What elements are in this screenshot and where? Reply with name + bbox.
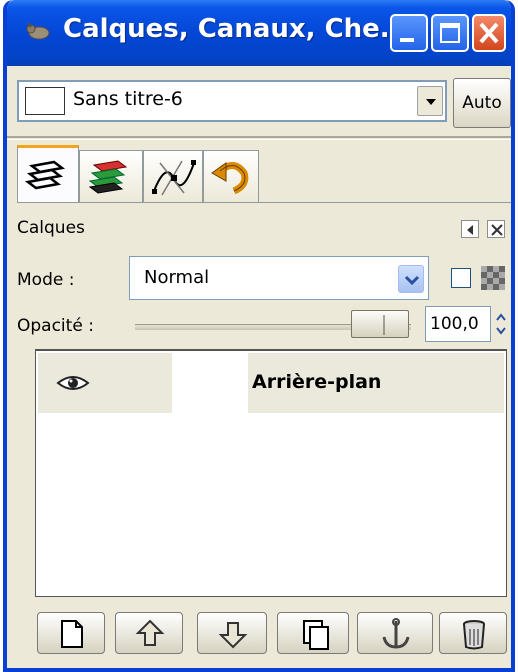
mode-value: Normal: [144, 267, 210, 288]
window-title: Calques, Canaux, Che...: [63, 14, 393, 44]
duplicate-layer-button[interactable]: [277, 612, 349, 654]
duplicate-layer-icon: [303, 620, 329, 650]
title-bar[interactable]: Calques, Canaux, Che...: [7, 0, 511, 66]
tab-channels[interactable]: [79, 150, 143, 202]
channels-icon: [88, 160, 128, 194]
alpha-checker-icon: [481, 266, 505, 290]
caret-left-icon: [467, 225, 473, 235]
image-selector-combo[interactable]: Sans titre-6: [17, 80, 447, 122]
trash-icon: [463, 620, 485, 650]
opacity-label: Opacité :: [17, 316, 94, 336]
close-icon: [479, 22, 499, 44]
minimize-button[interactable]: [390, 14, 428, 52]
layers-icon: [24, 160, 66, 190]
eye-icon[interactable]: [56, 373, 90, 393]
tab-undo-history[interactable]: [203, 150, 259, 202]
mode-dropdown-button[interactable]: [398, 265, 424, 293]
tab-layers[interactable]: [17, 145, 79, 203]
raise-layer-icon: [135, 619, 165, 646]
close-button[interactable]: [472, 14, 506, 52]
layer-thumbnail: [172, 353, 248, 413]
paths-icon: [152, 160, 196, 196]
image-dropdown-button[interactable]: [417, 86, 443, 116]
anchor-icon: [382, 618, 410, 649]
dock-close-button[interactable]: [487, 220, 505, 238]
opacity-input[interactable]: 100,0: [425, 306, 491, 342]
tab-paths[interactable]: [143, 150, 203, 202]
raise-layer-button[interactable]: [115, 612, 183, 654]
layers-dialog-window: Calques, Canaux, Che... Sans titre-6 Aut…: [3, 0, 515, 672]
maximize-button[interactable]: [431, 14, 469, 52]
chevron-down-icon: [426, 99, 436, 105]
lower-layer-button[interactable]: [197, 612, 267, 654]
slider-grip-icon: [383, 315, 385, 335]
dock-menu-button[interactable]: [461, 220, 479, 238]
delete-layer-button[interactable]: [439, 612, 507, 654]
opacity-spin-buttons[interactable]: [493, 306, 509, 342]
undo-history-icon: [211, 162, 249, 195]
lower-layer-icon: [218, 622, 248, 649]
layer-name[interactable]: Arrière-plan: [252, 371, 381, 393]
layer-row[interactable]: Arrière-plan: [38, 353, 504, 413]
chevron-down-icon: [404, 275, 420, 286]
minimize-icon: [400, 38, 414, 42]
maximize-icon: [440, 23, 460, 43]
close-icon: [491, 224, 503, 236]
new-layer-button[interactable]: [37, 612, 105, 654]
mode-select[interactable]: Normal: [129, 256, 429, 300]
anchor-layer-button[interactable]: [357, 612, 433, 654]
image-name: Sans titre-6: [73, 88, 183, 110]
mode-label: Mode :: [17, 270, 75, 290]
separator: [7, 136, 511, 140]
opacity-slider-handle[interactable]: [351, 310, 409, 338]
image-thumbnail: [25, 87, 65, 115]
auto-button[interactable]: Auto: [453, 78, 511, 128]
dock-title: Calques: [17, 218, 85, 238]
layer-list[interactable]: Arrière-plan: [35, 349, 507, 597]
lock-alpha-checkbox[interactable]: [451, 268, 471, 288]
new-layer-icon: [61, 620, 83, 648]
gimp-app-icon: [26, 22, 50, 40]
